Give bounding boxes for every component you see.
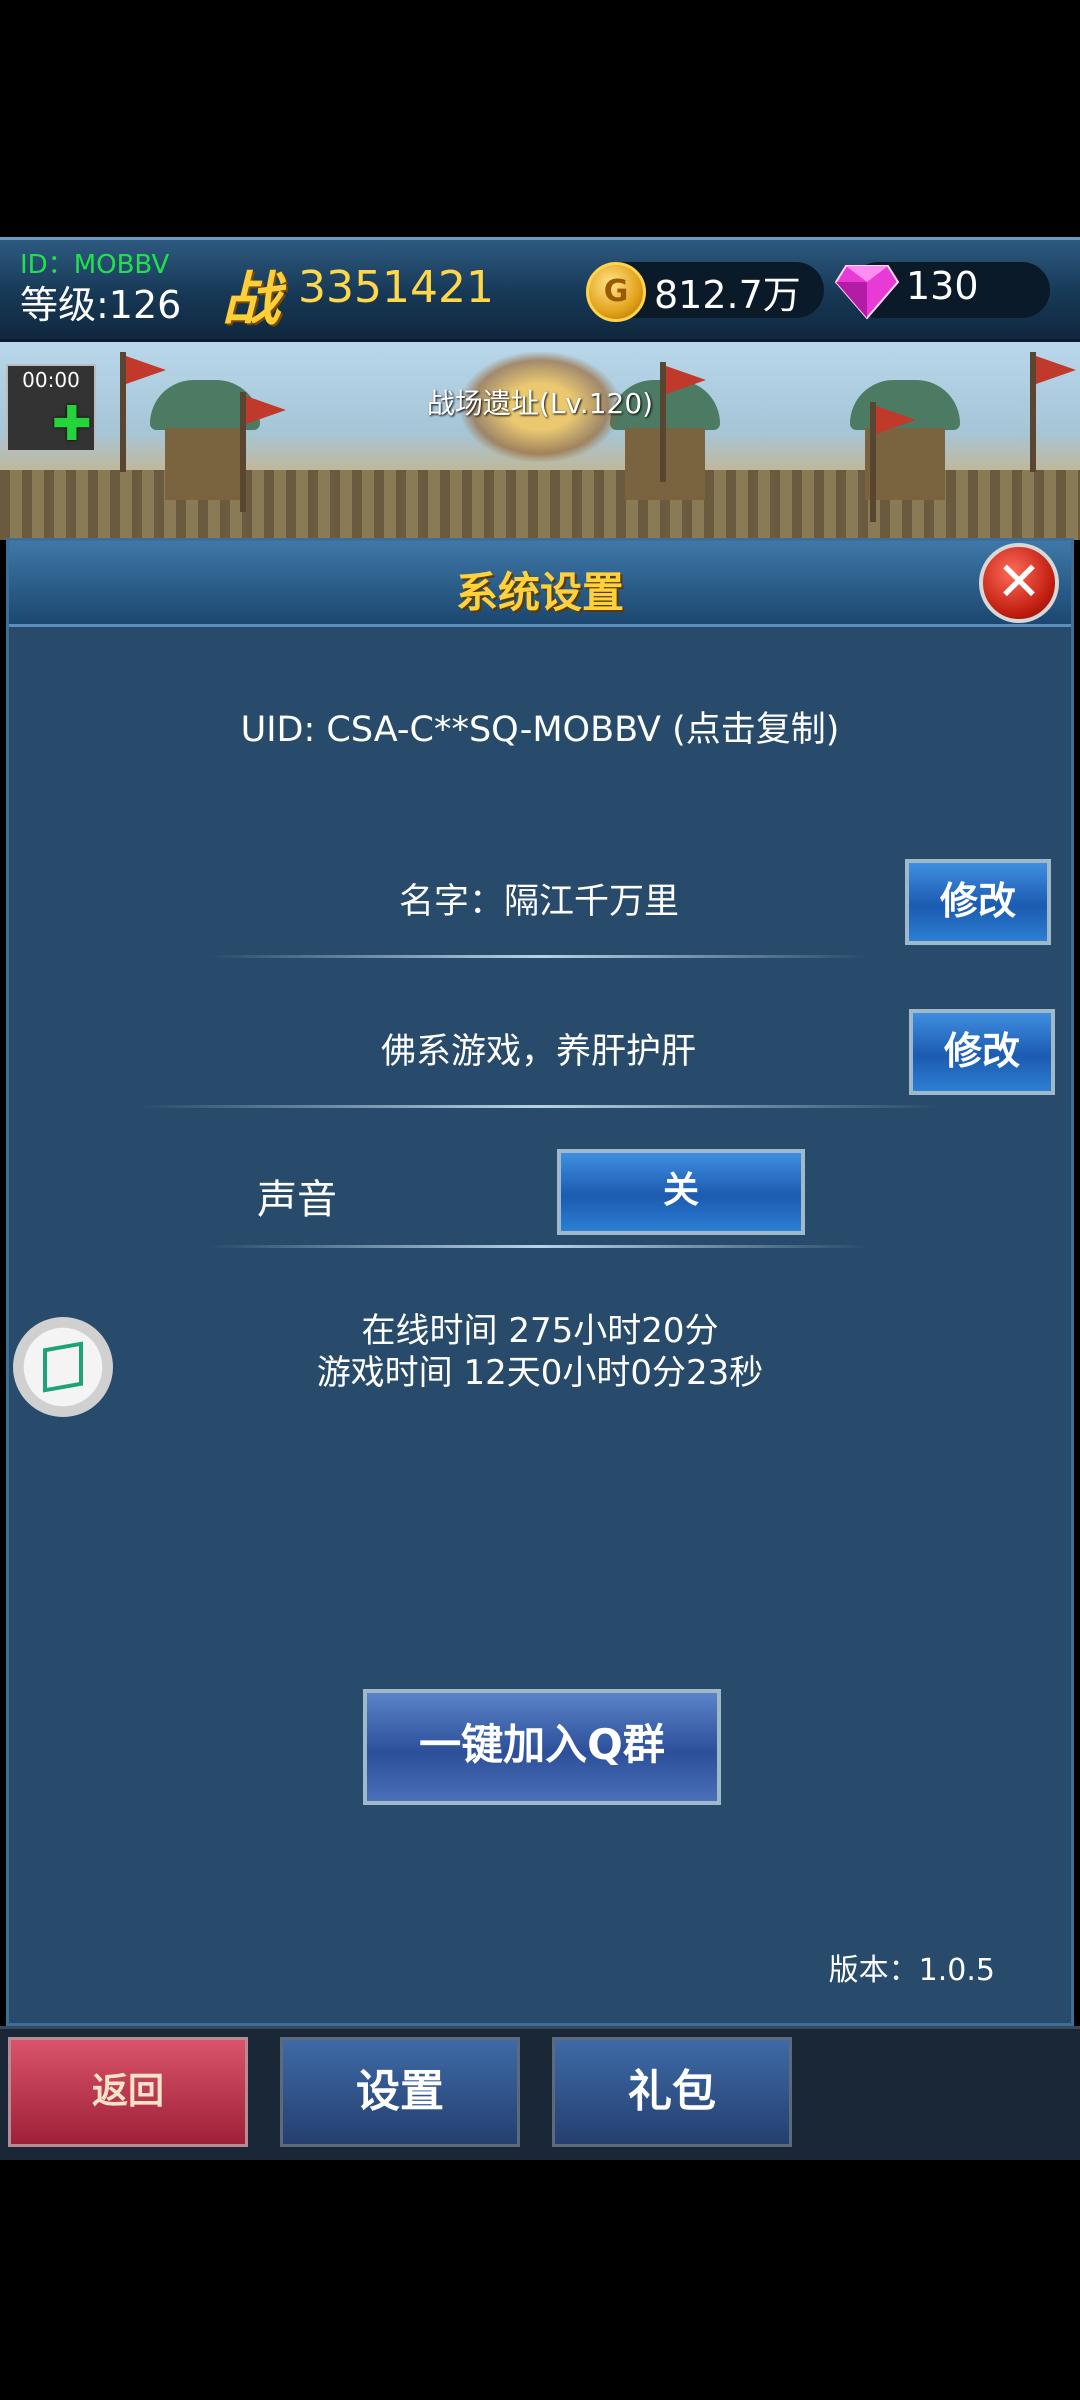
edit-signature-button[interactable]: 修改 (909, 1009, 1055, 1095)
player-name: 名字：隔江千万里 (399, 882, 680, 922)
gem-amount: 130 (906, 264, 979, 308)
scene-banner[interactable]: 战场遗址(Lv.120) 00:00 ✚ (0, 342, 1080, 540)
tab-gift[interactable]: 礼包 (552, 2037, 792, 2147)
plus-icon: ✚ (51, 396, 92, 452)
flag-icon (660, 362, 706, 482)
settings-panel: 系统设置 ✕ UID: CSA-C**SQ-MOBBV (点击复制) 名字：隔江… (6, 538, 1074, 2026)
divider (139, 1105, 939, 1108)
diamond-icon (834, 265, 900, 320)
uid-copy-text[interactable]: UID: CSA-C**SQ-MOBBV (点击复制) (9, 701, 1071, 752)
close-button[interactable]: ✕ (979, 543, 1059, 623)
version-label: 版本：1.0.5 (828, 1953, 995, 1988)
sound-label: 声音 (257, 1177, 337, 1223)
floating-cube-button[interactable] (13, 1317, 113, 1417)
bottom-nav: 返回 设置 礼包 (0, 2026, 1080, 2160)
player-signature: 佛系游戏，养肝护肝 (381, 1032, 697, 1072)
tab-settings[interactable]: 设置 (280, 2037, 520, 2147)
edit-name-button[interactable]: 修改 (905, 859, 1051, 945)
panel-title: 系统设置 (455, 568, 624, 617)
sound-toggle-button[interactable]: 关 (557, 1149, 805, 1235)
gold-coin-icon: G (586, 262, 646, 322)
combat-power-value: 3351421 (298, 262, 494, 313)
location-label[interactable]: 战场遗址(Lv.120) (0, 382, 1080, 422)
top-hud: ID：MOBBV 等级:126 战 3351421 G 812.7万 130 (0, 237, 1080, 342)
player-level: 等级:126 (20, 283, 182, 327)
divider (209, 955, 869, 958)
divider (209, 1245, 869, 1248)
combat-power-icon: 战 (222, 265, 281, 333)
join-qq-group-button[interactable]: 一键加入Q群 (363, 1689, 721, 1805)
game-time: 游戏时间 12天0小时0分23秒 (316, 1353, 764, 1393)
timer-avatar[interactable]: 00:00 ✚ (6, 364, 96, 452)
gold-amount: 812.7万 (654, 273, 801, 317)
panel-titlebar: 系统设置 (9, 541, 1071, 627)
cube-icon (43, 1341, 83, 1393)
timer-text: 00:00 (22, 368, 80, 392)
back-button[interactable]: 返回 (8, 2037, 248, 2147)
